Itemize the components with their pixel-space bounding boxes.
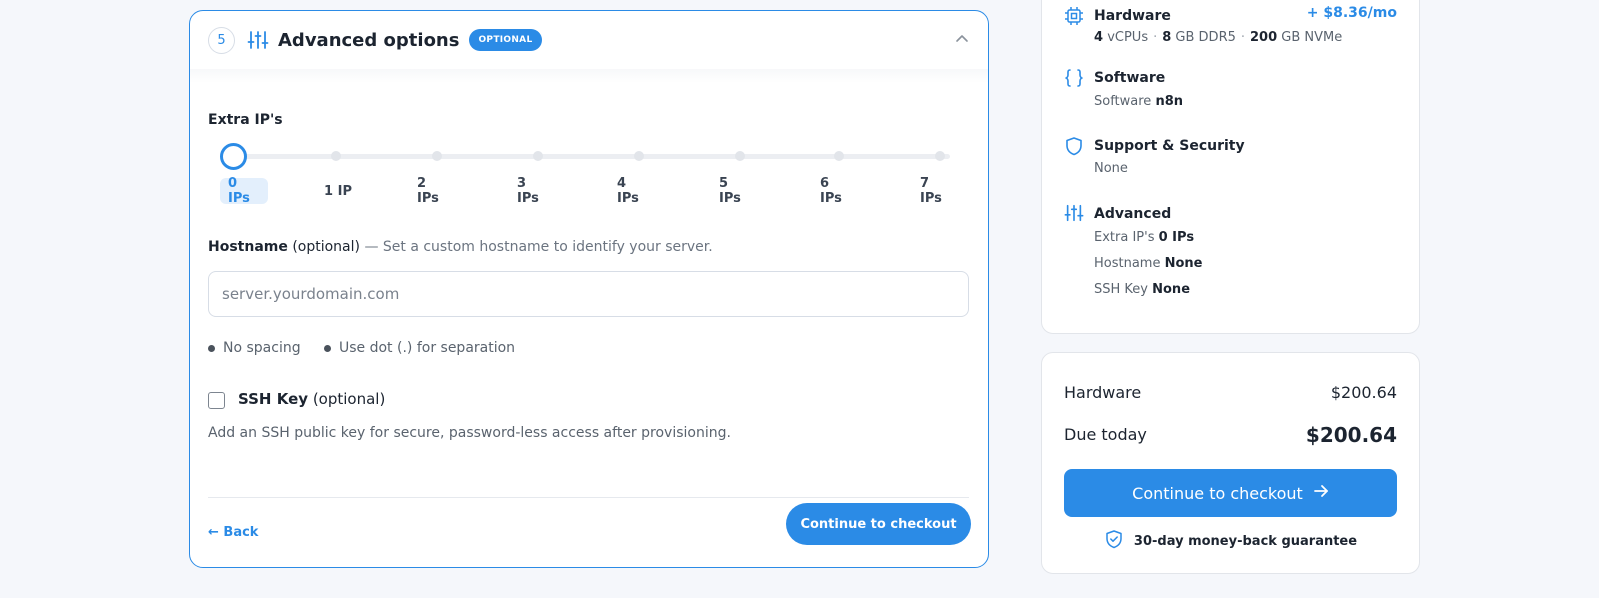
advanced-options-title: Advanced options xyxy=(278,29,460,51)
summary-software-title: Software xyxy=(1094,70,1166,86)
pricing-card: Hardware $200.64 Due today $200.64 Conti… xyxy=(1041,352,1420,574)
slider-tick[interactable] xyxy=(432,151,442,161)
ssh-key-checkbox[interactable] xyxy=(208,392,225,409)
chip-icon xyxy=(1064,6,1084,26)
cpu-value: 4 xyxy=(1094,30,1104,45)
extra-ips-option[interactable]: 0 IPs xyxy=(220,176,268,206)
back-link[interactable]: ← Back xyxy=(208,525,258,540)
pricing-hardware-label: Hardware xyxy=(1064,383,1142,402)
ssh-key-optional: (optional) xyxy=(312,390,386,408)
rule-text: No spacing xyxy=(223,340,301,356)
shield-icon xyxy=(1064,136,1084,156)
due-today-value: $200.64 xyxy=(1305,423,1397,447)
summary-support-title: Support & Security xyxy=(1094,138,1245,154)
sidebar-cta-label: Continue to checkout xyxy=(1132,483,1303,503)
sliders-icon xyxy=(247,29,269,51)
ssh-key-label: SSH Key xyxy=(238,390,309,408)
separator-dot: · xyxy=(1153,30,1158,45)
extra-ips-option[interactable]: 2 IPs xyxy=(409,176,457,206)
extra-ips-slider-thumb[interactable] xyxy=(220,143,247,170)
money-back-guarantee: 30-day money-back guarantee xyxy=(1042,529,1419,553)
summary-row-label: Hostname xyxy=(1094,256,1161,271)
disk-value: 200 xyxy=(1250,30,1278,45)
continue-to-checkout-button[interactable]: Continue to checkout xyxy=(786,503,971,545)
due-today-label: Due today xyxy=(1064,425,1147,444)
summary-support-value: None xyxy=(1094,161,1128,176)
slider-tick[interactable] xyxy=(935,151,945,161)
advanced-options-header[interactable]: 5 Advanced options OPTIONAL xyxy=(190,11,988,69)
bullet-dot xyxy=(324,344,331,352)
software-label: Software xyxy=(1094,94,1152,109)
extra-ips-label: Extra IP's xyxy=(208,112,283,128)
chevron-up-icon[interactable] xyxy=(954,31,970,47)
hostname-label: Hostname xyxy=(208,239,288,255)
optional-badge: OPTIONAL xyxy=(469,29,542,51)
header-divider-shade xyxy=(190,69,988,83)
sliders-icon xyxy=(1064,203,1084,223)
extra-ips-option[interactable]: 7 IPs xyxy=(912,176,960,206)
ssh-key-description: Add an SSH public key for secure, passwo… xyxy=(208,425,731,441)
cpu-unit: vCPUs xyxy=(1107,30,1149,45)
footer-divider xyxy=(208,497,969,498)
summary-advanced-row: SSH Key None xyxy=(1094,282,1190,297)
summary-advanced-row: Extra IP's 0 IPs xyxy=(1094,230,1194,245)
software-value: n8n xyxy=(1155,94,1184,109)
braces-icon xyxy=(1064,68,1084,88)
summary-hardware-title: Hardware xyxy=(1094,8,1171,24)
slider-tick[interactable] xyxy=(834,151,844,161)
hostname-hint: — Set a custom hostname to identify your… xyxy=(364,239,713,255)
slider-tick[interactable] xyxy=(735,151,745,161)
summary-row-value: None xyxy=(1152,282,1191,297)
extra-ips-option[interactable]: 3 IPs xyxy=(509,176,557,206)
summary-software-line: Software n8n xyxy=(1094,94,1183,109)
hostname-optional: (optional) xyxy=(292,239,360,255)
summary-advanced-title: Advanced xyxy=(1094,206,1172,222)
separator-dot: · xyxy=(1240,30,1246,45)
summary-advanced-row: Hostname None xyxy=(1094,256,1203,271)
order-summary-card: Hardware + $8.36/mo 4 vCPUs · 8 GB DDR5 · 20… xyxy=(1041,0,1420,334)
extra-ips-option[interactable]: 5 IPs xyxy=(711,176,759,206)
shield-check-icon xyxy=(1104,529,1124,553)
disk-unit: GB NVMe xyxy=(1281,30,1343,45)
summary-row-value: None xyxy=(1164,256,1203,271)
summary-hardware-price: + $8.36/mo xyxy=(1306,5,1397,21)
bullet-dot xyxy=(208,344,215,352)
summary-row-label: SSH Key xyxy=(1094,282,1148,297)
hostname-label-line: Hostname (optional) — Set a custom hostn… xyxy=(208,239,713,255)
ram-value: 8 xyxy=(1162,30,1172,45)
step-number-badge: 5 xyxy=(208,26,235,54)
summary-row-label: Extra IP's xyxy=(1094,230,1155,245)
summary-hardware-specs: 4 vCPUs · 8 GB DDR5 · 200 GB NVMe xyxy=(1094,30,1342,45)
arrow-right-icon xyxy=(1313,483,1329,503)
guarantee-text: 30-day money-back guarantee xyxy=(1133,533,1358,549)
extra-ips-option[interactable]: 1 IP xyxy=(314,178,362,204)
slider-tick[interactable] xyxy=(634,151,644,161)
hostname-rule-no-spacing: No spacing xyxy=(208,340,301,356)
advanced-options-card: 5 Advanced options OPTIONAL Extra IP's 0… xyxy=(189,10,989,568)
ssh-key-label-line[interactable]: SSH Key (optional) xyxy=(238,390,385,408)
ram-unit: GB DDR5 xyxy=(1175,30,1236,45)
summary-row-value: 0 IPs xyxy=(1158,230,1195,245)
slider-tick[interactable] xyxy=(331,151,341,161)
hostname-input[interactable] xyxy=(208,271,969,317)
slider-tick[interactable] xyxy=(533,151,543,161)
extra-ips-option[interactable]: 4 IPs xyxy=(609,176,657,206)
hostname-rule-dot-separation: Use dot (.) for separation xyxy=(324,340,515,356)
pricing-hardware-value: $200.64 xyxy=(1330,383,1397,402)
extra-ips-option[interactable]: 6 IPs xyxy=(812,176,860,206)
rule-text: Use dot (.) for separation xyxy=(339,340,516,356)
sidebar-continue-to-checkout-button[interactable]: Continue to checkout xyxy=(1064,469,1397,517)
